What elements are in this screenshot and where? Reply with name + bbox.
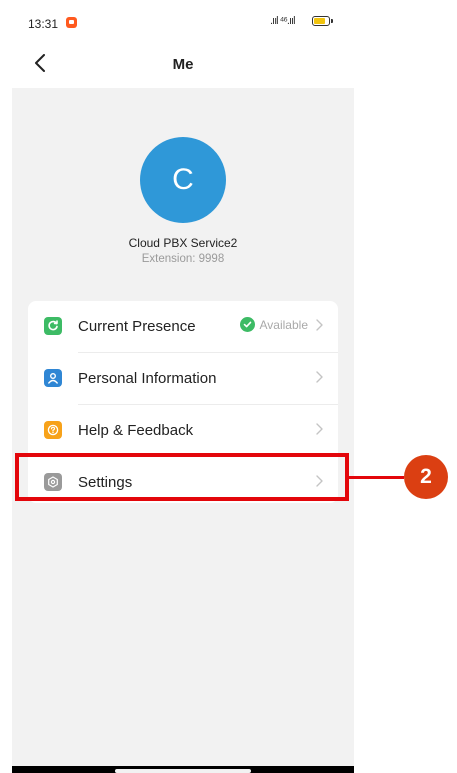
chevron-right-icon	[316, 423, 323, 435]
page-title: Me	[172, 56, 194, 73]
signal-icon: .ııl ⁴⁶.ııl	[270, 15, 296, 27]
chevron-right-icon	[316, 319, 323, 331]
phone-screen: 13:31 .ııl ⁴⁶.ııl Me C Cloud PBX Service…	[12, 0, 354, 773]
status-bar: 13:31 .ııl ⁴⁶.ııl	[12, 0, 354, 40]
menu-item-label: Current Presence	[78, 318, 196, 335]
check-circle-icon	[239, 317, 255, 332]
home-indicator[interactable]	[115, 769, 251, 773]
menu-item-personal-information[interactable]: Personal Information	[28, 353, 338, 404]
chevron-right-icon	[316, 371, 323, 383]
menu-item-label: Personal Information	[78, 370, 217, 387]
user-name: Cloud PBX Service2	[128, 236, 238, 250]
battery-icon	[312, 16, 333, 26]
settings-highlight-box	[15, 453, 349, 501]
avatar[interactable]: C	[140, 137, 226, 223]
presence-status-text: Available	[259, 317, 308, 332]
app-notification-icon	[66, 17, 77, 28]
status-time: 13:31	[28, 17, 59, 31]
help-icon	[44, 421, 62, 439]
user-extension: Extension: 9998	[141, 253, 225, 265]
menu-item-label: Help & Feedback	[78, 422, 194, 439]
battery-level	[314, 18, 325, 24]
top-navigation-bar: Me	[12, 40, 354, 88]
step-number-badge: 2	[404, 455, 448, 499]
presence-icon	[44, 317, 62, 335]
callout-connector	[349, 476, 404, 479]
navigation-bar	[12, 766, 354, 773]
presence-status: Available	[239, 317, 308, 332]
menu-item-current-presence[interactable]: Current Presence Available	[28, 301, 338, 352]
person-icon	[44, 369, 62, 387]
menu-item-help-feedback[interactable]: Help & Feedback	[28, 405, 338, 456]
